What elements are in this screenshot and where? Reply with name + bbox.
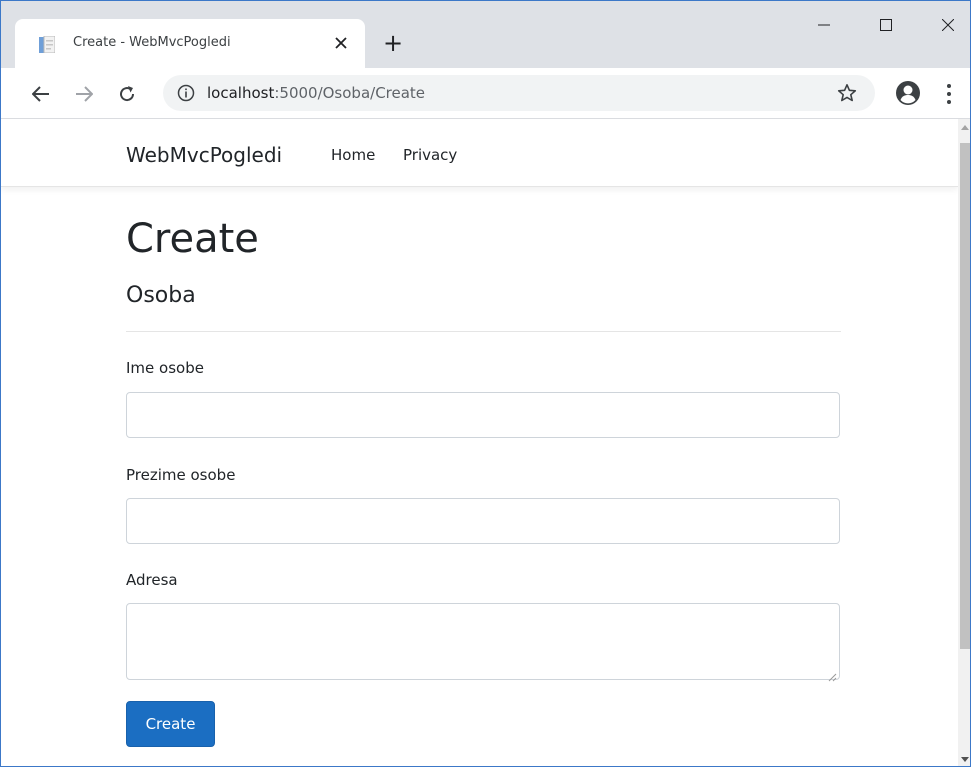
create-button[interactable]: Create — [126, 701, 215, 747]
address-bar[interactable]: localhost:5000/Osoba/Create — [163, 75, 875, 111]
prezime-osobe-label: Prezime osobe — [126, 466, 236, 484]
bookmark-star-icon[interactable] — [837, 83, 857, 103]
scrollbar-thumb[interactable] — [960, 143, 970, 649]
scroll-down-arrow-icon[interactable] — [958, 751, 970, 766]
resize-grip-icon[interactable] — [827, 667, 837, 682]
reload-icon[interactable] — [113, 80, 141, 108]
section-divider — [126, 331, 841, 332]
maximize-icon[interactable] — [863, 9, 909, 41]
scroll-up-arrow-icon[interactable] — [958, 119, 970, 136]
browser-window: Create - WebMvcPogledi + localhost:5000/… — [0, 0, 971, 767]
ime-osobe-label: Ime osobe — [126, 359, 204, 377]
profile-avatar-icon[interactable] — [895, 80, 921, 106]
forward-arrow-icon[interactable] — [70, 80, 98, 108]
page-favicon-icon — [39, 35, 56, 54]
kebab-menu-icon[interactable] — [937, 81, 961, 107]
ime-osobe-input[interactable] — [126, 392, 840, 438]
site-navbar: WebMvcPogledi Home Privacy — [1, 119, 958, 187]
page-viewport: WebMvcPogledi Home Privacy Create Osoba … — [1, 119, 958, 766]
nav-home-link[interactable]: Home — [331, 146, 375, 164]
prezime-osobe-input[interactable] — [126, 498, 840, 544]
browser-tab[interactable]: Create - WebMvcPogledi — [15, 19, 365, 68]
tab-strip: Create - WebMvcPogledi + — [1, 1, 970, 68]
window-close-icon[interactable] — [925, 9, 970, 41]
url-text: localhost:5000/Osoba/Create — [207, 84, 425, 102]
site-brand-link[interactable]: WebMvcPogledi — [126, 143, 282, 167]
adresa-label: Adresa — [126, 571, 178, 589]
adresa-textarea[interactable] — [126, 603, 840, 682]
browser-toolbar: localhost:5000/Osoba/Create — [1, 68, 970, 119]
site-info-icon[interactable] — [177, 84, 195, 102]
vertical-scrollbar[interactable] — [958, 119, 970, 766]
nav-privacy-link[interactable]: Privacy — [403, 146, 457, 164]
url-path: :5000/Osoba/Create — [274, 84, 426, 102]
page-subtitle: Osoba — [126, 283, 196, 308]
back-arrow-icon[interactable] — [27, 80, 55, 108]
page-title: Create — [126, 216, 259, 262]
tab-close-icon[interactable] — [329, 31, 353, 55]
url-host: localhost — [207, 84, 275, 102]
minimize-icon[interactable] — [801, 9, 847, 41]
new-tab-button[interactable]: + — [379, 29, 407, 57]
tab-title: Create - WebMvcPogledi — [73, 35, 231, 50]
